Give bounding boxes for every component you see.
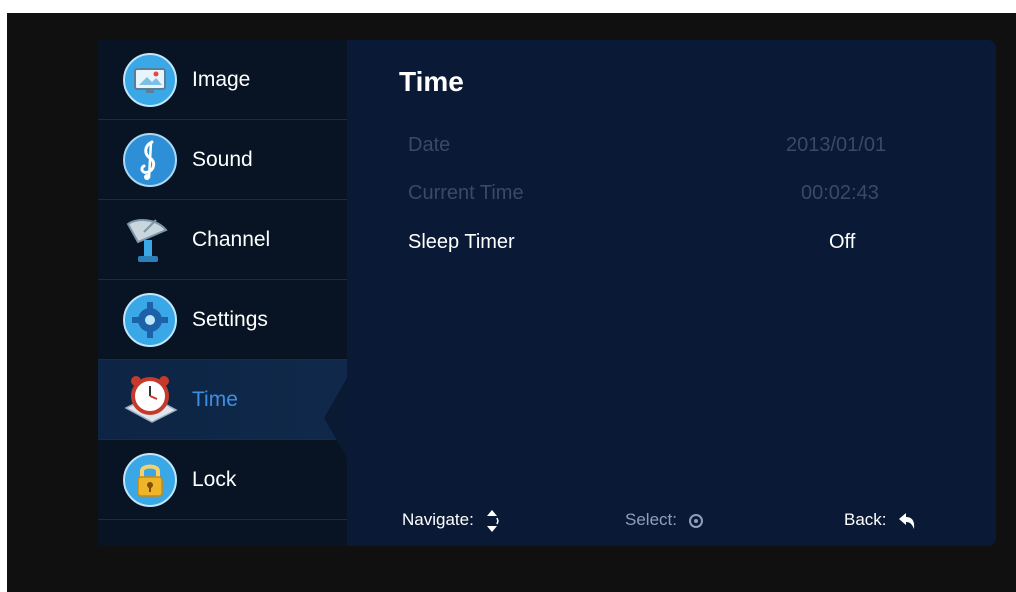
sidebar-item-label: Sound	[192, 148, 253, 171]
image-icon	[123, 53, 177, 107]
setting-row-sleep-timer[interactable]: Sleep Timer Off	[408, 231, 968, 265]
select-label: Select:	[625, 510, 677, 529]
setting-value: Off	[829, 231, 856, 253]
ok-button-icon	[688, 513, 703, 528]
sidebar-item-channel[interactable]: Channel	[98, 200, 347, 280]
active-item-indicator	[324, 378, 347, 458]
sidebar-item-sound[interactable]: Sound	[98, 120, 347, 200]
sidebar-menu: Image Sound Channel Settings Time Lock	[98, 40, 347, 546]
sidebar-item-label: Lock	[192, 468, 237, 491]
time-settings-panel: Time Date 2013/01/01 Current Time 00:02:…	[347, 40, 996, 546]
sidebar-item-image[interactable]: Image	[98, 40, 347, 120]
satellite-dish-icon	[126, 219, 168, 262]
sidebar-item-label: Channel	[192, 228, 271, 251]
music-note-icon	[123, 133, 177, 187]
setting-row-date: Date 2013/01/01	[408, 134, 968, 168]
sidebar-item-label: Time	[192, 388, 238, 411]
setting-row-current-time: Current Time 00:02:43	[408, 182, 968, 216]
back-arrow-icon	[899, 512, 915, 529]
sidebar-item-time[interactable]: Time	[98, 360, 347, 440]
sidebar-item-label: Settings	[192, 308, 268, 331]
setting-label: Date	[408, 134, 451, 156]
up-down-arrows-icon	[486, 509, 499, 532]
sidebar-item-label: Image	[192, 68, 251, 91]
page-title: Time	[399, 66, 464, 97]
setting-value: 2013/01/01	[786, 134, 887, 156]
setting-label: Current Time	[408, 182, 524, 204]
alarm-clock-icon	[124, 376, 178, 423]
setting-label: Sleep Timer	[408, 231, 515, 253]
select-hint: Select:	[625, 506, 704, 534]
sidebar-item-lock[interactable]: Lock	[98, 440, 347, 520]
setting-value: 00:02:43	[801, 182, 879, 204]
navigate-hint: Navigate:	[402, 506, 499, 534]
sidebar-item-settings[interactable]: Settings	[98, 280, 347, 360]
back-hint: Back:	[844, 506, 917, 534]
padlock-icon	[123, 453, 177, 507]
gear-icon	[123, 293, 177, 347]
navigate-label: Navigate:	[402, 510, 474, 529]
back-label: Back:	[844, 510, 887, 529]
